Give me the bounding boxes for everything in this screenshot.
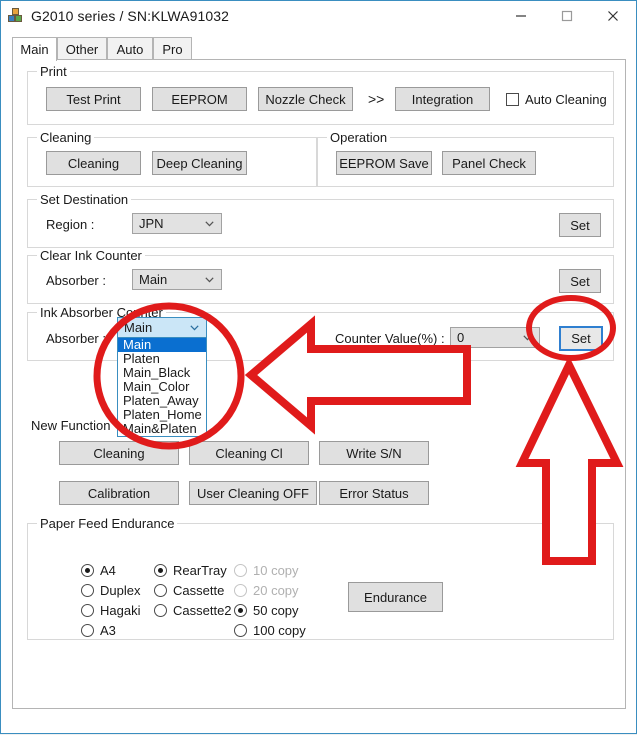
ink-absorber-combo[interactable]: Main: [117, 317, 207, 338]
option-main-and-platen[interactable]: Main&Platen: [118, 422, 206, 436]
tab-main[interactable]: Main: [12, 37, 57, 61]
region-value: JPN: [139, 216, 164, 231]
radio-icon: [234, 584, 247, 597]
error-status-button[interactable]: Error Status: [319, 481, 429, 505]
option-platen[interactable]: Platen: [118, 352, 206, 366]
clear-ink-counter-group: Clear Ink Counter Absorber : Main Set: [27, 248, 614, 304]
radio-paper-a3[interactable]: A3: [81, 623, 116, 638]
auto-cleaning-label: Auto Cleaning: [525, 92, 607, 107]
eeprom-button[interactable]: EEPROM: [152, 87, 247, 111]
blocks-icon: [8, 7, 24, 24]
set-destination-legend: Set Destination: [37, 192, 132, 207]
window-title: G2010 series / SN:KLWA91032: [31, 7, 230, 24]
tab-strip: Main Other Auto Pro: [12, 37, 626, 61]
main-tab-panel: Print Test Print EEPROM Nozzle Check >> …: [12, 59, 626, 709]
ink-absorber-label: Absorber :: [46, 331, 106, 346]
paper-feed-legend: Paper Feed Endurance: [37, 516, 178, 531]
clear-ink-counter-set-button[interactable]: Set: [559, 269, 601, 293]
radio-copies-20: 20 copy: [234, 583, 299, 598]
ink-absorber-options-list[interactable]: Main Platen Main_Black Main_Color Platen…: [117, 338, 207, 437]
minimize-icon[interactable]: [498, 1, 544, 30]
ink-absorber-value: Main: [124, 320, 153, 335]
ink-absorber-counter-group: Ink Absorber Counter Absorber : Counter …: [27, 305, 614, 361]
radio-paper-a4[interactable]: A4: [81, 563, 116, 578]
radio-icon: [81, 584, 94, 597]
radio-icon: [81, 624, 94, 637]
radio-icon: [154, 584, 167, 597]
cleaning-group-legend: Cleaning: [37, 130, 95, 145]
radio-source-cassette[interactable]: Cassette: [154, 583, 224, 598]
set-destination-set-button[interactable]: Set: [559, 213, 601, 237]
new-function-cleaning-cl-button[interactable]: Cleaning Cl: [189, 441, 309, 465]
tab-label: Pro: [162, 41, 183, 57]
counter-value: 0: [457, 330, 465, 345]
cleaning-group: Cleaning Cleaning Deep Cleaning: [27, 130, 317, 187]
region-label: Region :: [46, 217, 95, 232]
option-main-color[interactable]: Main_Color: [118, 380, 206, 394]
ink-absorber-counter-set-button[interactable]: Set: [559, 326, 603, 351]
region-combo[interactable]: JPN: [132, 213, 222, 234]
radio-source-cassette2[interactable]: Cassette2: [154, 603, 232, 618]
write-sn-button[interactable]: Write S/N: [319, 441, 429, 465]
auto-cleaning-checkbox[interactable]: Auto Cleaning: [506, 92, 607, 107]
radio-copies-10: 10 copy: [234, 563, 299, 578]
tab-label: Main: [20, 42, 49, 57]
print-group-legend: Print: [37, 64, 70, 79]
radio-copies-100[interactable]: 100 copy: [234, 623, 306, 638]
integration-button[interactable]: Integration: [395, 87, 490, 111]
checkbox-icon: [506, 93, 519, 106]
radio-source-reartray[interactable]: RearTray: [154, 563, 227, 578]
print-group: Print Test Print EEPROM Nozzle Check >> …: [27, 64, 614, 125]
chevron-down-icon: [205, 214, 214, 233]
option-platen-away[interactable]: Platen_Away: [118, 394, 206, 408]
chevron-down-icon: [205, 270, 214, 289]
radio-icon: [154, 564, 167, 577]
radio-icon: [234, 564, 247, 577]
radio-icon: [81, 604, 94, 617]
operation-group: Operation EEPROM Save Panel Check: [317, 130, 614, 187]
chevron-down-icon: [190, 318, 199, 337]
user-cleaning-off-button[interactable]: User Cleaning OFF: [189, 481, 317, 505]
endurance-button[interactable]: Endurance: [348, 582, 443, 612]
tab-other[interactable]: Other: [57, 37, 107, 60]
deep-cleaning-button[interactable]: Deep Cleaning: [152, 151, 247, 175]
chevron-down-icon: [523, 328, 532, 347]
test-print-button[interactable]: Test Print: [46, 87, 141, 111]
calibration-button[interactable]: Calibration: [59, 481, 179, 505]
tab-label: Other: [65, 41, 99, 57]
clear-ink-absorber-value: Main: [139, 272, 168, 287]
radio-icon: [234, 604, 247, 617]
radio-copies-50[interactable]: 50 copy: [234, 603, 299, 618]
counter-value-combo[interactable]: 0: [450, 327, 540, 348]
tab-auto[interactable]: Auto: [107, 37, 153, 60]
radio-paper-duplex[interactable]: Duplex: [81, 583, 140, 598]
eeprom-save-button[interactable]: EEPROM Save: [336, 151, 432, 175]
clear-ink-absorber-combo[interactable]: Main: [132, 269, 222, 290]
panel-check-button[interactable]: Panel Check: [442, 151, 536, 175]
radio-icon: [154, 604, 167, 617]
operation-group-legend: Operation: [327, 130, 391, 145]
radio-icon: [81, 564, 94, 577]
counter-value-label: Counter Value(%) :: [335, 331, 445, 346]
print-separator: >>: [368, 91, 385, 107]
tab-pro[interactable]: Pro: [153, 37, 192, 60]
title-bar: G2010 series / SN:KLWA91032: [1, 1, 636, 30]
radio-icon: [234, 624, 247, 637]
set-destination-group: Set Destination Region : JPN Set: [27, 192, 614, 248]
option-platen-home[interactable]: Platen_Home: [118, 408, 206, 422]
cleaning-button[interactable]: Cleaning: [46, 151, 141, 175]
paper-feed-endurance-group: Paper Feed Endurance A4 Duplex Hagaki A3…: [27, 516, 614, 640]
new-function-cleaning-button[interactable]: Cleaning: [59, 441, 179, 465]
clear-ink-counter-legend: Clear Ink Counter: [37, 248, 145, 263]
option-main-black[interactable]: Main_Black: [118, 366, 206, 380]
option-main[interactable]: Main: [118, 338, 206, 352]
new-function-label: New Function: [31, 418, 111, 433]
close-icon[interactable]: [590, 1, 636, 30]
radio-paper-hagaki[interactable]: Hagaki: [81, 603, 140, 618]
application-window: G2010 series / SN:KLWA91032 Main Other A…: [0, 0, 637, 734]
clear-ink-absorber-label: Absorber :: [46, 273, 106, 288]
maximize-icon[interactable]: [544, 1, 590, 30]
nozzle-check-button[interactable]: Nozzle Check: [258, 87, 353, 111]
tab-label: Auto: [116, 41, 144, 57]
